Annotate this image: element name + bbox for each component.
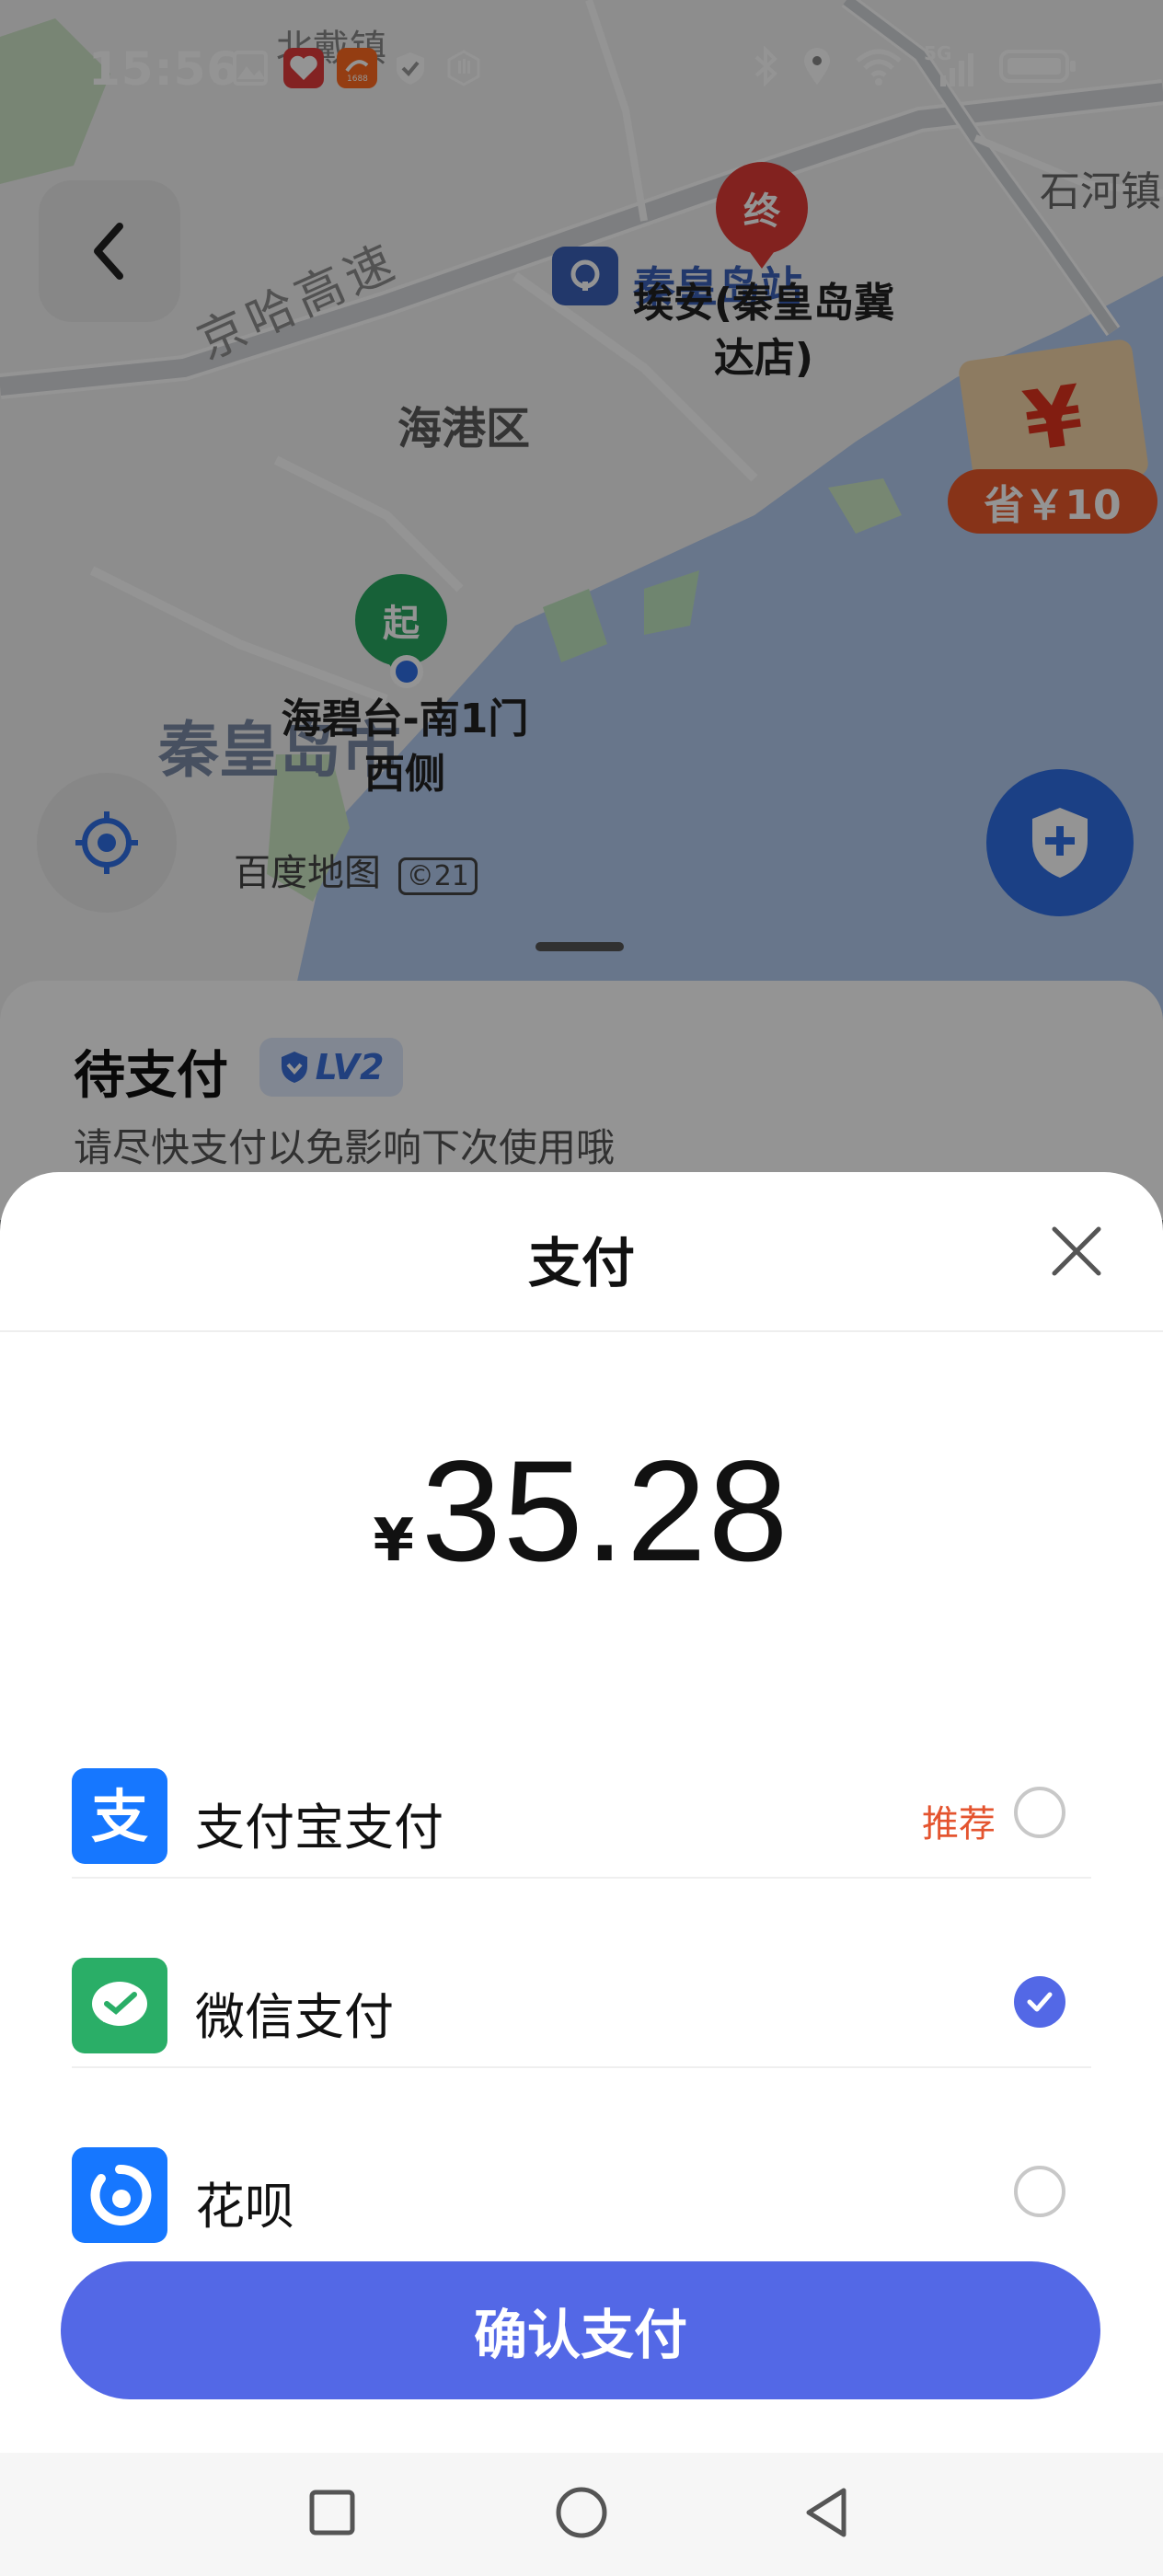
station-icon bbox=[552, 247, 618, 305]
method-divider bbox=[72, 1877, 1091, 1879]
battery-icon bbox=[999, 46, 1078, 90]
level-shield-icon bbox=[281, 1052, 307, 1083]
radio-unselected[interactable] bbox=[1014, 2166, 1065, 2217]
end-pin-marker: 终 bbox=[716, 162, 808, 254]
alibaba-1688-icon: 1688 bbox=[337, 48, 377, 88]
huabei-icon bbox=[72, 2147, 167, 2243]
locate-button[interactable] bbox=[37, 773, 177, 913]
radio-unselected[interactable] bbox=[1014, 1787, 1065, 1838]
close-icon bbox=[1052, 1226, 1101, 1276]
status-bar: 15:56 1688 5G bbox=[0, 0, 1163, 147]
currency-symbol: ¥ bbox=[373, 1507, 415, 1575]
recommend-tag: 推荐 bbox=[922, 1803, 996, 1846]
hand-icon bbox=[443, 48, 484, 88]
health-app-icon bbox=[283, 48, 324, 88]
gallery-icon bbox=[230, 48, 271, 88]
sheet-divider bbox=[0, 1330, 1163, 1332]
recent-apps-icon[interactable] bbox=[300, 2480, 364, 2545]
alipay-icon: 支 bbox=[72, 1768, 167, 1864]
method-label: 微信支付 bbox=[195, 1988, 394, 2046]
order-hint: 请尽快支付以免影响下次使用哦 bbox=[74, 1125, 616, 1170]
status-time: 15:56 bbox=[88, 42, 240, 96]
svg-text:支: 支 bbox=[91, 1783, 148, 1850]
checkmark-icon bbox=[1027, 1992, 1053, 2012]
method-label: 花呗 bbox=[195, 2178, 294, 2236]
drag-handle[interactable] bbox=[535, 942, 624, 951]
promo-save-label: 省￥10 bbox=[948, 469, 1157, 534]
sheet-title: 支付 bbox=[527, 1232, 635, 1294]
bluetooth-icon bbox=[753, 45, 780, 90]
payment-amount: ¥35.28 bbox=[0, 1430, 1163, 1594]
wechat-pay-icon bbox=[72, 1958, 167, 2053]
start-place-label: 海碧台-南1门西侧 bbox=[281, 696, 529, 798]
payment-method-wechat[interactable]: 微信支付 bbox=[72, 1912, 1091, 2101]
confirm-payment-button[interactable]: 确认支付 bbox=[61, 2261, 1100, 2399]
shield-plus-icon bbox=[1032, 808, 1088, 878]
shield-check-icon bbox=[390, 48, 431, 88]
current-location-dot bbox=[390, 655, 423, 688]
promo-badge[interactable]: ¥ 省￥10 bbox=[948, 338, 1163, 552]
home-icon[interactable] bbox=[549, 2480, 614, 2545]
map-watermark: 百度地图 ©21 bbox=[234, 843, 478, 896]
locate-icon bbox=[75, 811, 138, 874]
start-pin-marker: 起 bbox=[355, 574, 447, 666]
amount-value: 35.28 bbox=[421, 1432, 790, 1592]
safety-center-button[interactable] bbox=[986, 769, 1134, 916]
wifi-icon bbox=[854, 46, 904, 90]
method-divider bbox=[72, 2066, 1091, 2068]
system-nav-bar bbox=[0, 2453, 1163, 2576]
radio-selected[interactable] bbox=[1014, 1976, 1065, 2028]
level-badge: LV2 bbox=[259, 1038, 403, 1097]
location-icon bbox=[800, 46, 834, 90]
back-icon[interactable] bbox=[795, 2480, 859, 2545]
chevron-left-icon bbox=[94, 223, 123, 280]
district-label: 海港区 bbox=[397, 403, 531, 454]
town-label: 石河镇 bbox=[1040, 168, 1161, 215]
5g-signal-icon: 5G bbox=[924, 42, 979, 88]
back-button[interactable] bbox=[39, 180, 180, 322]
payment-sheet: 支付 ¥35.28 支 支付宝支付 推荐 微信支付 花呗 确认支付 bbox=[0, 1172, 1163, 2576]
order-status: 待支付 bbox=[74, 1046, 228, 1106]
payment-method-alipay[interactable]: 支 支付宝支付 推荐 bbox=[72, 1722, 1091, 1912]
end-place-label: 埃安(秦皇岛冀达店) bbox=[632, 280, 895, 382]
svg-text:1688: 1688 bbox=[347, 75, 368, 84]
close-button[interactable] bbox=[1045, 1220, 1108, 1282]
end-pin[interactable]: 终 bbox=[716, 162, 808, 269]
method-label: 支付宝支付 bbox=[195, 1799, 443, 1857]
